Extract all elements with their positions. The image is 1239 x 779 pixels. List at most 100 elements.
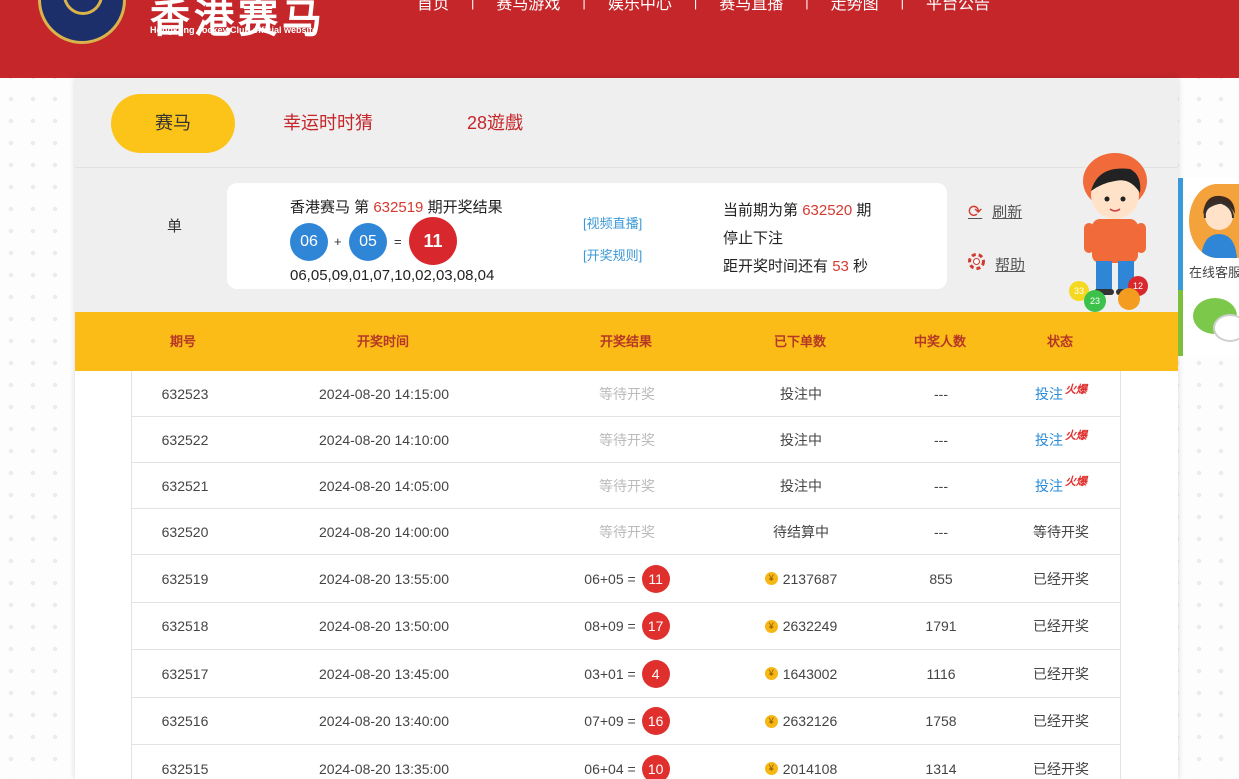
table-row: 632520 2024-08-20 14:00:00 等待开奖 待结算中 --- 等待开奖	[132, 509, 1120, 555]
row-status: 投注 火爆	[1011, 417, 1111, 462]
row-period: 632520	[161, 523, 209, 540]
nav-announcements[interactable]: 平台公告	[904, 0, 1012, 14]
equals-sign: =	[394, 234, 402, 249]
lifebuoy-icon	[968, 253, 985, 275]
row-winners: 1314	[925, 760, 957, 777]
table-row: 632519 2024-08-20 13:55:00 06+05 = 11 ¥21376…	[132, 555, 1120, 603]
draw-rules-link[interactable]: [开奖规则]	[583, 245, 642, 264]
row-winners: 1758	[925, 713, 957, 729]
row-status: 已经开奖	[1033, 760, 1089, 777]
online-service-widget[interactable]: 在线客服	[1178, 178, 1239, 290]
coin-icon: ¥	[764, 572, 778, 585]
row-draw-time: 2024-08-20 13:50:00	[319, 618, 449, 634]
wechat-widget[interactable]	[1178, 290, 1239, 356]
row-result: 07+09 = 16	[552, 698, 702, 744]
result-sum-ball: 11	[409, 217, 457, 265]
row-winners: ---	[934, 431, 948, 448]
row-orders: 待结算中	[773, 523, 829, 540]
nav-entertainment[interactable]: 娱乐中心	[586, 0, 694, 14]
video-live-link[interactable]: [视频直播]	[583, 213, 642, 232]
bet-link[interactable]: 投注	[1035, 476, 1063, 496]
main-nav: 首页 | 赛马游戏 | 娱乐中心 | 赛马直播 | 走势图 | 平台公告	[395, 0, 1012, 14]
row-sum-ball: 17	[641, 612, 670, 640]
row-draw-time: 2024-08-20 13:40:00	[319, 713, 449, 729]
online-service-label: 在线客服	[1189, 265, 1239, 280]
row-draw-time: 2024-08-20 13:45:00	[319, 665, 449, 682]
row-period: 632523	[161, 385, 209, 402]
row-result: 等待开奖	[599, 523, 655, 540]
row-winners: 1116	[926, 665, 956, 682]
col-draw-time: 开奖时间	[356, 334, 409, 349]
row-winners: ---	[934, 477, 948, 494]
help-button[interactable]: 帮助	[968, 253, 1025, 275]
row-period: 632515	[161, 760, 209, 777]
coin-icon: ¥	[764, 762, 778, 775]
row-period: 632522	[161, 431, 209, 448]
coin-icon: ¥	[764, 667, 778, 680]
refresh-icon: ⟳	[968, 201, 983, 221]
wechat-icon-secondary	[1213, 314, 1239, 342]
row-draw-time: 2024-08-20 14:10:00	[319, 431, 449, 448]
bet-link[interactable]: 投注	[1035, 430, 1063, 450]
row-result: 08+09 = 17	[552, 603, 702, 649]
row-status: 投注 火爆	[1011, 371, 1111, 416]
tab-horse-racing[interactable]: 赛马	[111, 94, 235, 153]
row-sum-ball: 16	[641, 707, 670, 735]
table-row: 632518 2024-08-20 13:50:00 08+09 = 17 ¥26322…	[132, 603, 1120, 650]
divider	[75, 167, 1178, 168]
nav-live[interactable]: 赛马直播	[697, 0, 805, 14]
row-winners: 855	[929, 570, 953, 587]
row-orders: 投注中	[780, 385, 822, 402]
tab-28-game[interactable]: 28遊戲	[445, 94, 545, 153]
row-result: 等待开奖	[599, 431, 655, 448]
row-winners: ---	[934, 385, 948, 402]
row-sum-ball: 10	[641, 754, 670, 779]
nav-racing-games[interactable]: 赛马游戏	[474, 0, 582, 14]
draw-result-card: 香港赛马 第 632519 期开奖结果 06 + 05 = 11 06,05,0…	[227, 183, 947, 289]
row-winners: ---	[934, 523, 948, 540]
row-status: 已经开奖	[1033, 618, 1089, 634]
row-orders: ¥2014108	[726, 745, 876, 779]
row-period: 632518	[161, 618, 209, 634]
tab-lucky-guess[interactable]: 幸运时时猜	[263, 94, 393, 153]
table-row: 632515 2024-08-20 13:35:00 06+04 = 10 ¥20141…	[132, 745, 1120, 779]
service-agent-avatar	[1189, 184, 1239, 258]
brand-subtitle: Hongkong Jockey Club official website	[150, 25, 318, 35]
results-table-header: 期号 开奖时间 开奖结果 已下单数 中奖人数 状态	[75, 312, 1178, 371]
row-draw-time: 2024-08-20 14:00:00	[319, 523, 449, 540]
hot-badge-icon: 火爆	[1065, 383, 1087, 396]
table-row: 632523 2024-08-20 14:15:00 等待开奖 投注中 --- 投注 火爆	[132, 371, 1120, 417]
main-panel: 赛马 幸运时时猜 28遊戲 单 香港赛马 第 632519 期开奖结果 06 +…	[75, 78, 1178, 779]
table-row: 632521 2024-08-20 14:05:00 等待开奖 投注中 --- 投注 火爆	[132, 463, 1120, 509]
row-draw-time: 2024-08-20 13:55:00	[319, 570, 449, 587]
nav-home[interactable]: 首页	[395, 0, 471, 14]
row-status: 投注 火爆	[1011, 463, 1111, 508]
row-status: 已经开奖	[1033, 570, 1089, 587]
row-result: 等待开奖	[599, 385, 655, 402]
jockey-club-logo[interactable]	[38, 0, 126, 44]
col-draw-result: 开奖结果	[599, 334, 652, 349]
brand-title: 香港赛马	[150, 0, 326, 42]
row-orders: 投注中	[780, 477, 822, 494]
table-row: 632516 2024-08-20 13:40:00 07+09 = 16 ¥26321…	[132, 698, 1120, 745]
refresh-button[interactable]: ⟳ 刷新	[968, 201, 1022, 222]
row-sum-ball: 4	[641, 659, 670, 688]
bet-link[interactable]: 投注	[1035, 384, 1063, 404]
row-draw-time: 2024-08-20 14:15:00	[319, 385, 449, 402]
nav-trend-chart[interactable]: 走势图	[809, 0, 901, 14]
game-tabs-area: 赛马 幸运时时猜 28遊戲 单 香港赛马 第 632519 期开奖结果 06 +…	[75, 78, 1178, 312]
coin-icon: ¥	[764, 714, 778, 728]
row-orders: 投注中	[780, 431, 822, 448]
row-period: 632519	[161, 570, 209, 587]
row-result: 06+05 = 11	[552, 555, 702, 602]
row-draw-time: 2024-08-20 13:35:00	[319, 760, 449, 777]
row-draw-time: 2024-08-20 14:05:00	[319, 477, 449, 494]
col-winners: 中奖人数	[913, 334, 966, 349]
row-period: 632516	[161, 713, 209, 729]
result-ball-1: 06	[290, 223, 328, 261]
site-header: 香港赛马 Hongkong Jockey Club official websi…	[0, 0, 1239, 78]
row-orders: ¥2632126	[726, 698, 876, 744]
row-period: 632517	[161, 665, 209, 682]
row-sum-ball: 11	[641, 564, 670, 593]
row-status: 等待开奖	[1033, 523, 1089, 540]
